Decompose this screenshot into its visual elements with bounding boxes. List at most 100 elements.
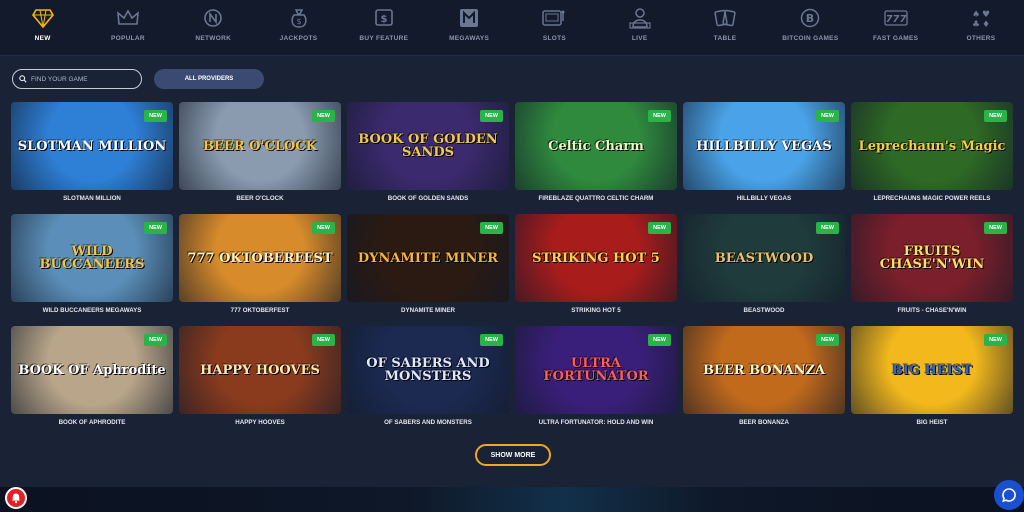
game-card[interactable]: BEER O'CLOCK NEW BEER O'CLOCK [179,102,341,214]
new-badge: NEW [144,334,167,346]
game-thumbnail[interactable]: BEER O'CLOCK NEW [179,102,341,190]
nav-item-popular[interactable]: POPULAR [85,0,170,56]
game-title: FRUITS - CHASE'N'WIN [897,307,967,314]
new-badge: NEW [648,110,671,122]
game-card[interactable]: BOOK OF Aphrodite NEW BOOK OF APHRODITE [11,326,173,438]
game-thumbnail[interactable]: ULTRA FORTUNATOR NEW [515,326,677,414]
nav-item-fast-games[interactable]: 777 FAST GAMES [853,0,938,56]
nav-item-label: SLOTS [542,35,567,42]
game-card[interactable]: ULTRA FORTUNATOR NEW ULTRA FORTUNATOR: HOL… [515,326,677,438]
search-box[interactable] [12,69,142,89]
game-title: BIG HEIST [916,419,948,426]
game-title: DYNAMITE MINER [401,307,455,314]
new-badge: NEW [816,222,839,234]
game-title: SLOTMAN MILLION [63,195,121,202]
game-card[interactable]: 777 OKTOBERFEST NEW 777 OKTOBERFEST [179,214,341,326]
nav-item-network[interactable]: NETWORK [171,0,256,56]
game-thumbnail[interactable]: HAPPY HOOVES NEW [179,326,341,414]
new-badge: NEW [480,222,503,234]
nav-item-jackpots[interactable]: $ JACKPOTS [256,0,341,56]
sevens-icon: 777 [883,6,908,30]
game-thumbnail[interactable]: 777 OKTOBERFEST NEW [179,214,341,302]
game-title: BEER O'CLOCK [236,195,284,202]
new-badge: NEW [312,222,335,234]
crown-icon [116,6,140,30]
cards-icon [713,6,737,30]
nav-item-label: FAST GAMES [872,35,919,42]
game-title: ULTRA FORTUNATOR: HOLD AND WIN [538,419,654,426]
category-nav: NEW POPULAR NETWORK $ JACKPOTS $ BUY FEATURE ME… [0,0,1024,56]
game-thumbnail[interactable]: HILLBILLY VEGAS NEW [683,102,845,190]
all-providers-button[interactable]: ALL PROVIDERS [154,69,264,89]
new-badge: NEW [816,110,839,122]
suits-icon: ♠ ♥ ♣ ♦ [969,6,993,30]
game-card[interactable]: STRIKING HOT 5 NEW STRIKING HOT 5 [515,214,677,326]
nav-item-new[interactable]: NEW [0,0,85,56]
network-icon [201,6,225,30]
game-card[interactable]: FRUITS CHASE'N'WIN NEW FRUITS - CHASE'N'WI… [851,214,1013,326]
nav-item-bitcoin-games[interactable]: B BITCOIN GAMES [768,0,853,56]
search-icon [19,75,27,83]
game-card[interactable]: Celtic Charm NEW FIREBLAZE QUATTRO CELTIC … [515,102,677,214]
game-thumbnail[interactable]: WILD BUCCANEERS NEW [11,214,173,302]
game-card[interactable]: BIG HEIST NEW BIG HEIST [851,326,1013,438]
diamond-icon [31,6,55,30]
game-title: BOOK OF APHRODITE [58,419,126,426]
game-card[interactable]: HAPPY HOOVES NEW HAPPY HOOVES [179,326,341,438]
game-title: LEPRECHAUNS MAGIC POWER REELS [873,195,991,202]
footer-band [0,487,1024,512]
game-thumbnail[interactable]: BEER BONANZA NEW [683,326,845,414]
svg-text:♣: ♣ [972,20,980,28]
nav-item-label: JACKPOTS [279,35,318,42]
new-badge: NEW [648,334,671,346]
notification-bell-button[interactable] [5,487,27,509]
svg-text:777: 777 [885,14,906,25]
game-thumbnail[interactable]: STRIKING HOT 5 NEW [515,214,677,302]
game-card[interactable]: BEER BONANZA NEW BEER BONANZA [683,326,845,438]
new-badge: NEW [480,334,503,346]
new-badge: NEW [144,110,167,122]
svg-text:$: $ [296,17,301,26]
nav-item-others[interactable]: ♠ ♥ ♣ ♦ OTHERS [938,0,1023,56]
show-more-button[interactable]: SHOW MORE [475,444,551,466]
bell-icon [12,493,20,504]
chat-icon [1002,488,1016,503]
game-thumbnail[interactable]: Celtic Charm NEW [515,102,677,190]
new-badge: NEW [312,110,335,122]
nav-item-live[interactable]: LIVE [597,0,682,56]
game-card[interactable]: Leprechaun's Magic NEW LEPRECHAUNS MAGIC P… [851,102,1013,214]
nav-item-slots[interactable]: SLOTS [512,0,597,56]
game-thumbnail[interactable]: DYNAMITE MINER NEW [347,214,509,302]
new-badge: NEW [984,110,1007,122]
game-card[interactable]: BEASTWOOD NEW BEASTWOOD [683,214,845,326]
nav-item-label: BITCOIN GAMES [782,35,839,42]
new-badge: NEW [984,334,1007,346]
game-card[interactable]: SLOTMAN MILLION NEW SLOTMAN MILLION [11,102,173,214]
new-badge: NEW [144,222,167,234]
game-thumbnail[interactable]: FRUITS CHASE'N'WIN NEW [851,214,1013,302]
game-thumbnail[interactable]: BEASTWOOD NEW [683,214,845,302]
nav-item-label: POPULAR [111,35,145,42]
slot-machine-icon [542,6,566,30]
game-card[interactable]: BOOK OF GOLDEN SANDS NEW BOOK OF GOLDEN SA… [347,102,509,214]
nav-item-table[interactable]: TABLE [682,0,767,56]
nav-item-label: OTHERS [966,35,996,42]
nav-item-label: TABLE [713,35,737,42]
nav-item-megaways[interactable]: MEGAWAYS [426,0,511,56]
game-grid: SLOTMAN MILLION NEW SLOTMAN MILLION BEER O'… [11,102,1013,438]
game-card[interactable]: OF SABERS AND MONSTERS NEW OF SABERS AND M… [347,326,509,438]
game-thumbnail[interactable]: BOOK OF Aphrodite NEW [11,326,173,414]
nav-item-label: NETWORK [195,35,232,42]
game-thumbnail[interactable]: Leprechaun's Magic NEW [851,102,1013,190]
dollar-box-icon: $ [372,6,396,30]
game-card[interactable]: HILLBILLY VEGAS NEW HILLBILLY VEGAS [683,102,845,214]
nav-item-buy-feature[interactable]: $ BUY FEATURE [341,0,426,56]
search-input[interactable] [31,75,131,83]
game-thumbnail[interactable]: OF SABERS AND MONSTERS NEW [347,326,509,414]
live-chat-button[interactable] [994,480,1024,510]
game-card[interactable]: WILD BUCCANEERS NEW WILD BUCCANEERS MEGAWA… [11,214,173,326]
game-card[interactable]: DYNAMITE MINER NEW DYNAMITE MINER [347,214,509,326]
game-thumbnail[interactable]: BOOK OF GOLDEN SANDS NEW [347,102,509,190]
game-thumbnail[interactable]: SLOTMAN MILLION NEW [11,102,173,190]
game-thumbnail[interactable]: BIG HEIST NEW [851,326,1013,414]
